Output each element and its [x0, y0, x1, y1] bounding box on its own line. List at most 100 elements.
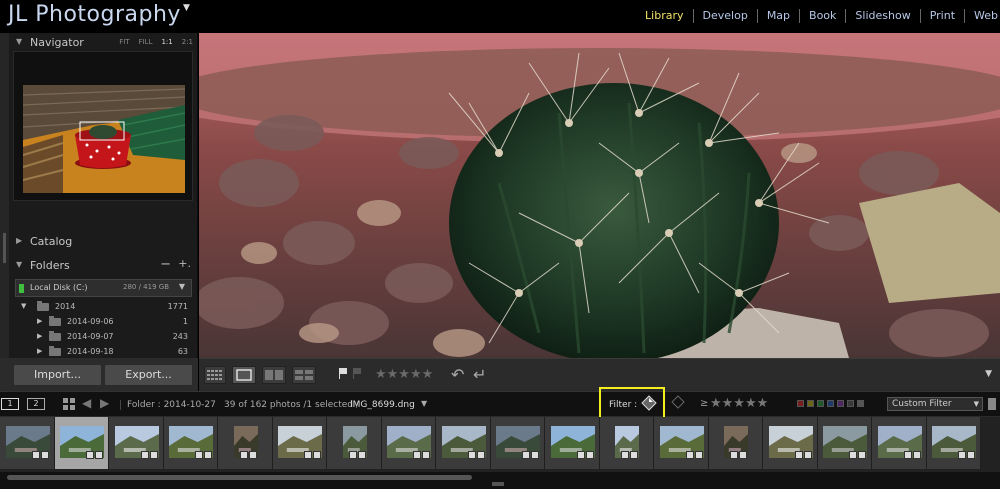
filter-star-rating[interactable]: ★★★★★	[710, 396, 768, 411]
compare-icon	[265, 370, 283, 380]
catalog-title: Catalog	[30, 235, 73, 248]
zoom-fill[interactable]: FILL	[139, 38, 153, 46]
selected-filename[interactable]: IMG_8699.dng	[350, 400, 415, 410]
purple-label-filter[interactable]	[837, 400, 844, 407]
filmstrip-thumb-family-portrait[interactable]	[0, 417, 55, 469]
filmstrip-thumb-mountain-ruins[interactable]	[55, 417, 109, 469]
develop-badge-icon	[41, 451, 49, 459]
develop-badge-icon	[586, 451, 594, 459]
filter-reject-icon[interactable]	[671, 395, 685, 409]
module-develop[interactable]: Develop	[694, 9, 758, 23]
panel-grip[interactable]	[3, 233, 6, 263]
rotate-right-icon[interactable]: ↵	[473, 365, 486, 384]
reject-flag-icon[interactable]	[353, 368, 362, 379]
rotate-left-icon[interactable]: ↶	[451, 365, 464, 384]
left-panel-edge[interactable]	[0, 33, 9, 391]
module-print[interactable]: Print	[921, 9, 966, 23]
filmstrip-thumb-machu-picchu-2[interactable]	[654, 417, 709, 469]
module-book[interactable]: Book	[800, 9, 847, 23]
rating-operator[interactable]: ≥	[700, 398, 708, 409]
filmstrip-thumb-mountain-ruins-2[interactable]	[382, 417, 436, 469]
navigator-thumbnail[interactable]	[23, 85, 185, 193]
remove-folder-button[interactable]: −	[160, 257, 171, 272]
folder-row[interactable]: ▶ 2014-09-07 243	[15, 329, 192, 344]
metadata-badge-icon	[621, 451, 629, 459]
other-label-filter[interactable]	[857, 400, 864, 407]
module-library[interactable]: Library	[636, 9, 694, 23]
zoom-2-1[interactable]: 2:1	[182, 38, 193, 46]
filmstrip-toggle-icon[interactable]	[492, 482, 504, 486]
filmstrip-thumb-ruins-wide-4[interactable]	[927, 417, 981, 469]
expand-triangle-icon[interactable]: ▶	[37, 317, 42, 325]
module-map[interactable]: Map	[758, 9, 801, 23]
back-arrow-icon[interactable]: ◀	[82, 396, 91, 410]
pick-flag-icon[interactable]	[339, 368, 348, 379]
grid-icon[interactable]	[63, 398, 75, 410]
zoom-1-1[interactable]: 1:1	[161, 38, 172, 46]
custom-filter-dropdown[interactable]: Custom Filter ▼	[887, 397, 983, 411]
develop-badge-icon	[150, 451, 158, 459]
loupe-icon	[236, 369, 252, 381]
forward-arrow-icon[interactable]: ▶	[100, 396, 109, 410]
filmstrip-thumb-ruins-wide[interactable]	[763, 417, 818, 469]
compare-view-button[interactable]	[262, 366, 286, 384]
main-window-button[interactable]: 1	[1, 398, 19, 410]
filmstrip-scroll-thumb[interactable]	[7, 475, 472, 480]
add-folder-button[interactable]: +.	[178, 257, 191, 270]
filmstrip-thumb-ruins-wide-2[interactable]	[818, 417, 872, 469]
folders-header[interactable]: ▼ Folders − +.	[9, 256, 197, 276]
blue-label-filter[interactable]	[827, 400, 834, 407]
no-label-filter[interactable]	[847, 400, 854, 407]
second-window-button[interactable]: 2	[27, 398, 45, 410]
toolbar-options-icon[interactable]: ▼	[985, 369, 992, 379]
filmstrip-thumb-hillside-panorama[interactable]	[273, 417, 327, 469]
red-label-filter[interactable]	[797, 400, 804, 407]
identity-plate[interactable]: JL Photography	[8, 2, 181, 27]
filmstrip-thumb-terraces[interactable]	[545, 417, 600, 469]
filmstrip-thumb-valley-ruins[interactable]	[164, 417, 218, 469]
folder-row[interactable]: ▼ 2014 1771	[15, 299, 192, 314]
volume-bar[interactable]: Local Disk (C:) 280 / 419 GB ▼	[15, 279, 192, 297]
loupe-view[interactable]	[199, 33, 1000, 358]
star-rating[interactable]: ★★★★★	[375, 367, 433, 382]
filmstrip-thumb-couple-3[interactable]	[709, 417, 763, 469]
filmstrip-thumb-peak-ruins[interactable]	[491, 417, 545, 469]
survey-view-button[interactable]	[292, 366, 316, 384]
metadata-badge-icon	[413, 451, 421, 459]
filmstrip-thumb-child-ruins[interactable]	[327, 417, 382, 469]
expand-triangle-icon[interactable]: ▼	[21, 302, 26, 310]
zoom-options: FIT FILL 1:1 2:1	[119, 38, 193, 46]
filmstrip-thumb-ruins-wide-3[interactable]	[872, 417, 927, 469]
filmstrip-thumb-couple-selfie[interactable]	[218, 417, 273, 469]
filmstrip-thumb-cloudy-mountains[interactable]	[109, 417, 164, 469]
chevron-down-icon: ▼	[973, 400, 979, 408]
module-web[interactable]: Web	[965, 9, 1000, 23]
zoom-fit[interactable]: FIT	[119, 38, 129, 46]
import-button[interactable]: Import...	[13, 364, 102, 386]
navigator-preview[interactable]	[13, 51, 193, 201]
loupe-view-button[interactable]	[232, 366, 256, 384]
filmstrip-thumb-couple-2[interactable]	[600, 417, 654, 469]
yellow-label-filter[interactable]	[807, 400, 814, 407]
filename-dropdown-icon[interactable]: ▼	[421, 399, 427, 408]
expand-triangle-icon: ▶	[16, 236, 23, 245]
metadata-badge-icon	[577, 451, 585, 459]
volume-dropdown-icon[interactable]: ▼	[179, 282, 185, 291]
filmstrip-thumb-machu-picchu[interactable]	[436, 417, 491, 469]
green-label-filter[interactable]	[817, 400, 824, 407]
navigator-header[interactable]: ▼ Navigator FIT FILL 1:1 2:1	[9, 33, 197, 53]
grid-view-button[interactable]	[204, 366, 226, 384]
filter-lock-icon[interactable]	[988, 398, 996, 410]
folder-row[interactable]: ▶ 2014-09-06 1	[15, 314, 192, 329]
module-slideshow[interactable]: Slideshow	[846, 9, 921, 23]
folder-row[interactable]: ▶ 2014-09-18 63	[15, 344, 192, 359]
develop-badge-icon	[858, 451, 866, 459]
expand-triangle-icon[interactable]: ▶	[37, 347, 42, 355]
export-button[interactable]: Export...	[104, 364, 193, 386]
catalog-header[interactable]: ▶ Catalog	[9, 232, 197, 252]
metadata-badge-icon	[349, 451, 357, 459]
folder-count: 63	[177, 347, 188, 356]
source-folder[interactable]: Folder : 2014-10-27	[120, 400, 216, 410]
identity-caret-icon[interactable]: ▼	[183, 3, 190, 13]
expand-triangle-icon[interactable]: ▶	[37, 332, 42, 340]
